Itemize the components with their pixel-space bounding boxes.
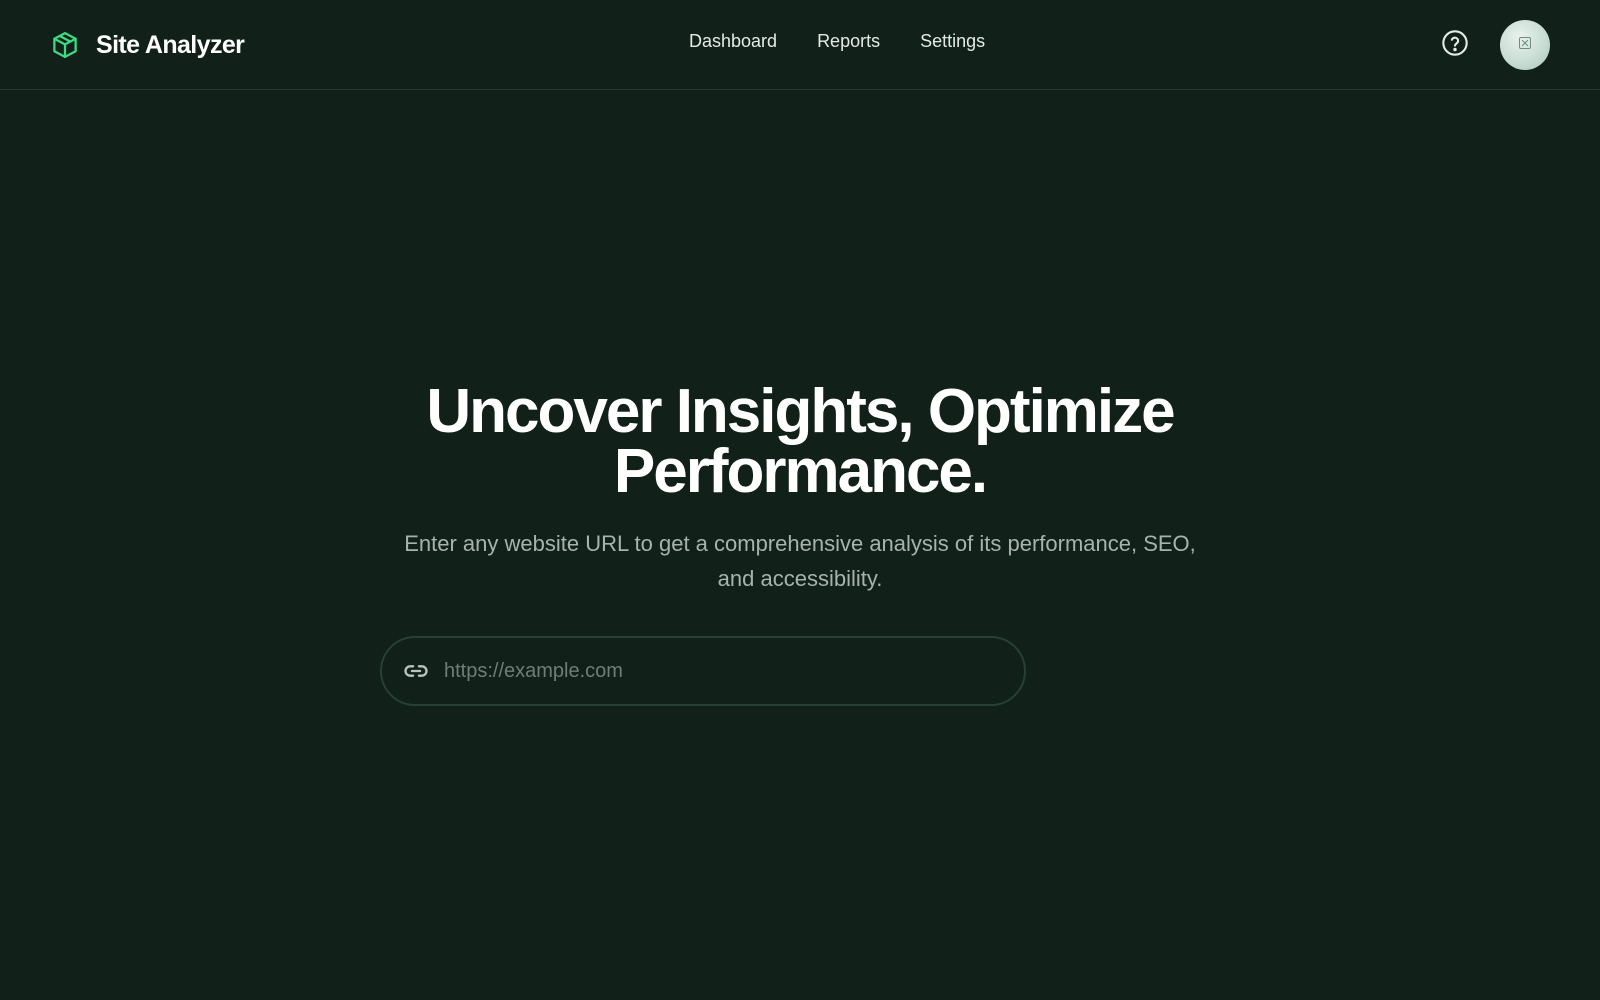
app-root: Site Analyzer Dashboard Reports Settings <box>0 0 1600 1000</box>
hero-title: Uncover Insights, Optimize Performance. <box>400 381 1200 503</box>
help-circle-icon <box>1441 29 1469 62</box>
hero-subtitle: Enter any website URL to get a comprehen… <box>404 531 1196 591</box>
url-input[interactable] <box>444 638 1024 704</box>
url-search-box[interactable] <box>380 636 1026 706</box>
user-avatar[interactable] <box>1500 20 1550 70</box>
nav-item-dashboard[interactable]: Dashboard <box>689 31 777 52</box>
help-button[interactable] <box>1441 29 1469 62</box>
link-icon <box>402 657 430 685</box>
app-name: Site Analyzer <box>96 30 245 59</box>
top-bar: Site Analyzer Dashboard Reports Settings <box>0 0 1600 90</box>
hero-section: Uncover Insights, Optimize Performance. … <box>0 381 1600 596</box>
main-nav: Dashboard Reports Settings <box>689 31 985 52</box>
brand[interactable]: Site Analyzer <box>50 28 245 62</box>
hero-title-line-1: Uncover Insights, Optimize <box>426 377 1175 446</box>
cube-icon <box>50 30 80 60</box>
user-avatar-icon <box>1518 36 1532 55</box>
nav-item-settings[interactable]: Settings <box>920 31 985 52</box>
hero-title-line-2: Performance. <box>613 437 988 506</box>
nav-item-reports[interactable]: Reports <box>817 31 880 52</box>
